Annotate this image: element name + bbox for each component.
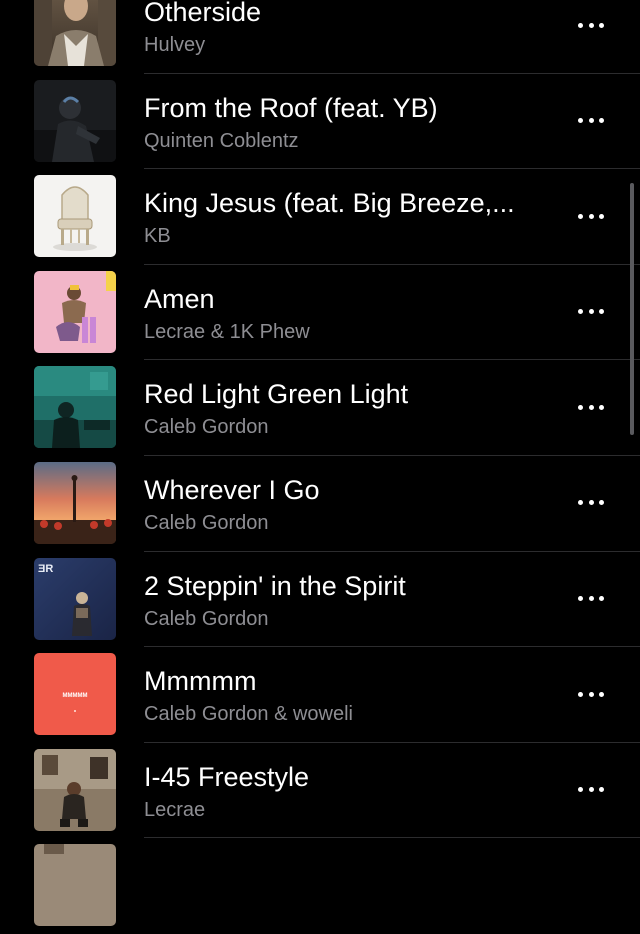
album-art-i45-freestyle xyxy=(34,748,116,831)
ellipsis-icon[interactable] xyxy=(578,114,604,128)
song-row[interactable]: Otherside Hulvey xyxy=(0,0,640,74)
song-row[interactable]: I-45 Freestyle Lecrae xyxy=(0,743,640,839)
song-row[interactable]: MMMMM Mmmmm Caleb Gordon & woweli xyxy=(0,647,640,743)
ellipsis-icon[interactable] xyxy=(578,400,604,414)
ellipsis-icon[interactable] xyxy=(578,209,604,223)
song-artist: Caleb Gordon xyxy=(144,607,269,630)
ellipsis-icon[interactable] xyxy=(578,687,604,701)
song-row[interactable]: ƎR 2 Steppin' in the Spirit Caleb Gordon xyxy=(0,552,640,648)
song-title: I-45 Freestyle xyxy=(144,761,310,792)
ellipsis-icon[interactable] xyxy=(578,783,604,797)
song-title: 2 Steppin' in the Spirit xyxy=(144,570,406,601)
album-art-otherside xyxy=(34,0,116,66)
song-artist: Hulvey xyxy=(144,34,206,56)
ellipsis-icon[interactable] xyxy=(578,496,604,510)
album-art-from-the-roof xyxy=(34,79,116,162)
album-text: MMMMM xyxy=(63,693,88,699)
album-art-wherever-i-go xyxy=(34,461,116,544)
scrollbar[interactable] xyxy=(630,183,634,435)
song-artist: Lecrae xyxy=(144,798,206,821)
song-artist: Caleb Gordon xyxy=(144,416,269,439)
ellipsis-icon[interactable] xyxy=(578,592,604,606)
song-text: From the Roof (feat. YB) Quinten Coblent… xyxy=(144,74,554,169)
album-logo: ƎR xyxy=(38,563,53,575)
song-text: King Jesus (feat. Big Breeze,... KB xyxy=(144,169,554,264)
song-title: From the Roof (feat. YB) xyxy=(144,92,438,123)
album-art-king-jesus xyxy=(34,175,116,258)
song-row[interactable]: Amen Lecrae & 1K Phew xyxy=(0,265,640,361)
song-text: Red Light Green Light Caleb Gordon xyxy=(144,360,554,455)
song-row[interactable]: Red Light Green Light Caleb Gordon xyxy=(0,360,640,456)
ellipsis-icon[interactable] xyxy=(578,305,604,319)
song-row[interactable]: Wherever I Go Caleb Gordon xyxy=(0,456,640,552)
ellipsis-icon[interactable] xyxy=(578,18,604,32)
song-artist: Quinten Coblentz xyxy=(144,129,299,152)
song-artist: Caleb Gordon xyxy=(144,511,269,534)
song-text: I-45 Freestyle Lecrae xyxy=(144,743,554,838)
song-row[interactable]: King Jesus (feat. Big Breeze,... KB xyxy=(0,169,640,265)
song-text: Amen Lecrae & 1K Phew xyxy=(144,265,554,360)
song-title: Otherside xyxy=(144,0,262,27)
song-title: Amen xyxy=(144,283,215,314)
song-list: Otherside Hulvey From the Roof (feat. YB… xyxy=(0,0,640,934)
song-text: Otherside Hulvey xyxy=(144,0,554,73)
song-text: 2 Steppin' in the Spirit Caleb Gordon xyxy=(144,552,554,647)
song-text: Mmmmm Caleb Gordon & woweli xyxy=(144,647,554,742)
song-title: Mmmmm xyxy=(144,666,257,697)
song-row[interactable] xyxy=(0,838,640,934)
song-artist: KB xyxy=(144,225,171,248)
song-title: King Jesus (feat. Big Breeze,... xyxy=(144,188,515,219)
album-art-mmmmm: MMMMM xyxy=(34,653,116,736)
song-text: Wherever I Go Caleb Gordon xyxy=(144,456,554,551)
song-title: Red Light Green Light xyxy=(144,379,409,410)
song-artist: Caleb Gordon & woweli xyxy=(144,703,353,726)
song-row[interactable]: From the Roof (feat. YB) Quinten Coblent… xyxy=(0,74,640,170)
song-title: Wherever I Go xyxy=(144,474,320,505)
album-art-2-steppin: ƎR xyxy=(34,557,116,640)
album-art-amen xyxy=(34,270,116,353)
album-art-red-light-green-light xyxy=(34,366,116,449)
album-art-partial xyxy=(34,844,116,927)
song-artist: Lecrae & 1K Phew xyxy=(144,320,310,343)
